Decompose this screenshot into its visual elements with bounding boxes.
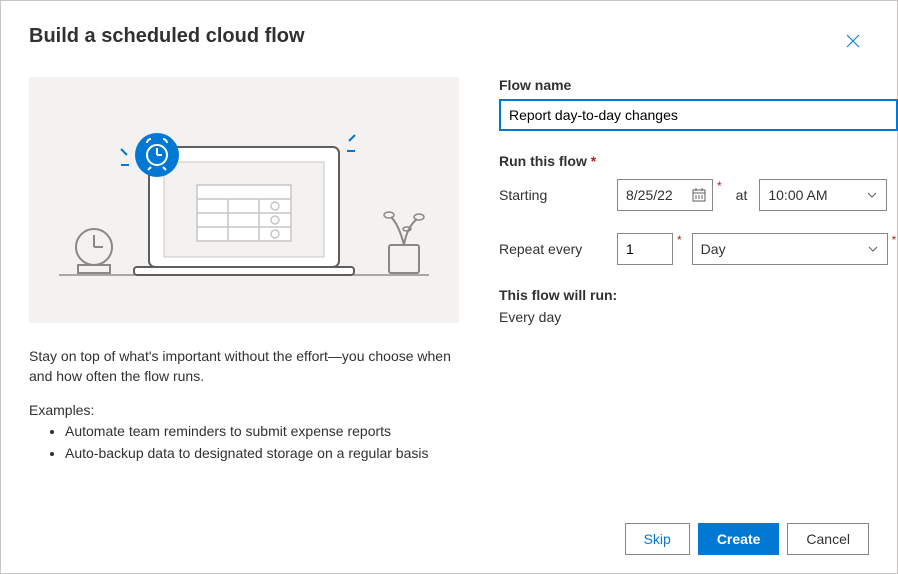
start-date-value: 8/25/22 [626,187,673,203]
required-asterisk: * [591,153,596,169]
required-asterisk: * [892,233,897,247]
flow-name-input[interactable] [499,99,898,131]
dialog-footer: Skip Create Cancel [625,523,869,555]
start-time-value: 10:00 AM [768,187,827,203]
required-asterisk: * [717,179,722,193]
calendar-icon [692,188,706,202]
repeat-unit-value: Day [701,241,726,257]
examples-list: Automate team reminders to submit expens… [29,422,459,463]
start-time-select[interactable]: 10:00 AM [759,179,887,211]
repeat-row: Repeat every * Day * [499,233,898,265]
close-button[interactable] [837,25,869,57]
description-text: Stay on top of what's important without … [29,347,459,386]
start-date-picker[interactable]: 8/25/22 [617,179,713,211]
flow-name-label: Flow name [499,77,898,93]
cancel-button[interactable]: Cancel [787,523,869,555]
repeat-interval-input[interactable] [617,233,673,265]
illustration-svg [29,77,459,323]
summary-label: This flow will run: [499,287,898,303]
dialog-title: Build a scheduled cloud flow [29,25,305,48]
chevron-down-icon [866,189,878,201]
left-column: Stay on top of what's important without … [29,77,459,549]
example-item: Automate team reminders to submit expens… [65,422,459,442]
close-icon [846,34,860,48]
run-section: Run this flow * Starting 8/25/22 * at 10… [499,153,898,211]
chevron-down-icon [867,243,879,255]
right-column: Flow name Run this flow * Starting 8/25/… [499,77,898,549]
summary-text: Every day [499,309,898,325]
create-button[interactable]: Create [698,523,780,555]
at-label: at [736,187,748,203]
repeat-unit-select[interactable]: Day [692,233,888,265]
skip-button[interactable]: Skip [625,523,690,555]
repeat-section: Repeat every * Day * [499,233,898,265]
run-this-flow-label: Run this flow * [499,153,898,169]
starting-row: Starting 8/25/22 * at 10:00 AM [499,179,898,211]
example-item: Auto-backup data to designated storage o… [65,444,459,464]
repeat-label: Repeat every [499,241,609,257]
dialog-content: Stay on top of what's important without … [29,77,869,549]
starting-label: Starting [499,187,609,203]
illustration [29,77,459,323]
required-asterisk: * [677,233,682,247]
dialog-header: Build a scheduled cloud flow [29,25,869,57]
examples-label: Examples: [29,402,459,418]
scheduled-flow-dialog: Build a scheduled cloud flow [0,0,898,574]
